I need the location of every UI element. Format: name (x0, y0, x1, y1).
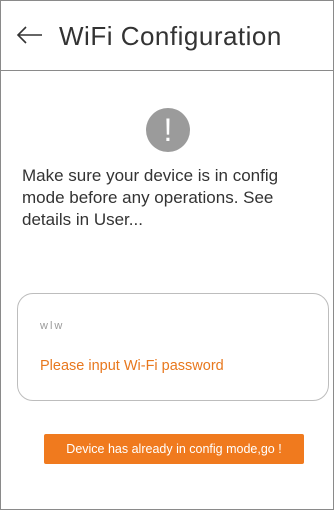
screen-frame: WiFi Configuration ! Make sure your devi… (0, 0, 334, 510)
page-title: WiFi Configuration (59, 21, 282, 51)
confirm-config-mode-button[interactable]: Device has already in config mode,go ! (44, 434, 304, 464)
arrow-left-icon[interactable] (9, 17, 49, 53)
exclamation-glyph: ! (163, 112, 173, 148)
wifi-ssid-label: wlw (40, 320, 65, 332)
arrow-left-glyph (16, 26, 42, 44)
exclamation-circle-icon: ! (146, 108, 190, 152)
header-bar: WiFi Configuration (1, 1, 333, 71)
wifi-form-card: wlw (17, 293, 329, 401)
wifi-password-input[interactable] (40, 352, 310, 380)
config-mode-notice: Make sure your device is in config mode … (22, 166, 279, 229)
